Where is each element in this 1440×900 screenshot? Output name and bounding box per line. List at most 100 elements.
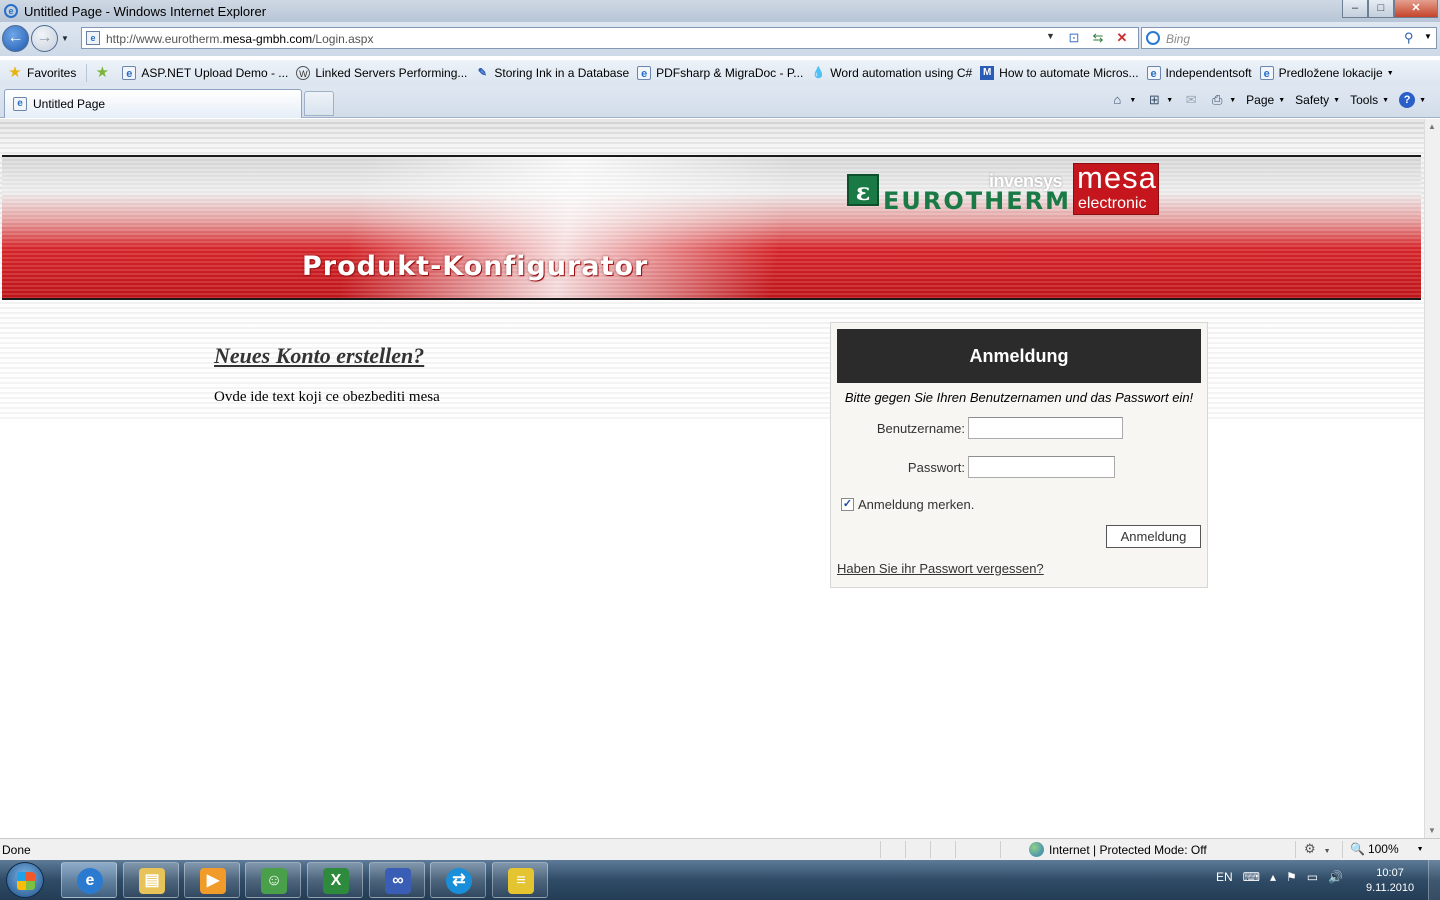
- status-divider: [955, 841, 956, 858]
- teamviewer-icon: ⇄: [446, 868, 472, 894]
- header-banner: ε invensys EUROTHERM mesa electronic Pro…: [2, 155, 1421, 300]
- taskbar-excel[interactable]: X: [307, 862, 363, 898]
- show-desktop-button[interactable]: [1428, 860, 1440, 900]
- tools-menu[interactable]: Tools ▼: [1350, 93, 1389, 107]
- media-player-icon: ▶: [200, 868, 226, 894]
- read-mail-button[interactable]: ✉: [1183, 92, 1199, 108]
- status-bar: Done Internet | Protected Mode: Off ⚙ ▼ 🔍…: [0, 838, 1440, 860]
- mesa-electronic-logo: mesa electronic: [1073, 160, 1159, 215]
- favorite-link-4[interactable]: 💧 Word automation using C#: [811, 66, 972, 80]
- favorite-link-7[interactable]: e Predložene lokacije ▼: [1259, 66, 1394, 80]
- taskbar-database[interactable]: ≡: [492, 862, 548, 898]
- popup-blocker-icon[interactable]: ⚙ ▼: [1304, 841, 1331, 857]
- window-titlebar: e Untitled Page - Windows Internet Explo…: [0, 0, 1440, 22]
- login-button[interactable]: Anmeldung: [1106, 525, 1201, 548]
- security-zone[interactable]: Internet | Protected Mode: Off: [1029, 842, 1207, 857]
- remember-checkbox[interactable]: ✓: [841, 498, 854, 511]
- security-zone-label: Internet | Protected Mode: Off: [1049, 842, 1207, 857]
- search-options-dropdown-icon[interactable]: ▼: [1424, 32, 1432, 41]
- forward-button[interactable]: →: [31, 25, 58, 52]
- keyboard-icon[interactable]: ⌨: [1243, 870, 1260, 884]
- add-to-favorites-bar-button[interactable]: ★: [95, 65, 114, 80]
- system-clock[interactable]: 10:07 9.11.2010: [1366, 866, 1414, 896]
- language-indicator[interactable]: EN: [1216, 870, 1233, 884]
- action-center-flag-icon[interactable]: ⚑: [1286, 870, 1297, 884]
- print-button[interactable]: ⎙ ▼: [1209, 92, 1236, 108]
- scroll-down-icon[interactable]: ▼: [1428, 826, 1436, 835]
- home-button[interactable]: ⌂ ▼: [1109, 92, 1136, 108]
- network-icon[interactable]: ▭: [1307, 870, 1318, 884]
- password-label: Passwort:: [907, 460, 965, 475]
- forgot-password-link[interactable]: Haben Sie ihr Passwort vergessen?: [837, 561, 1044, 576]
- tab-untitled-page[interactable]: e Untitled Page: [4, 89, 302, 118]
- spreadsheet-icon: X: [323, 868, 349, 894]
- ink-icon: ✎: [477, 67, 487, 79]
- favorite-link-label: PDFsharp & MigraDoc - P...: [656, 66, 804, 80]
- safety-menu[interactable]: Safety ▼: [1295, 93, 1340, 107]
- create-account-link[interactable]: Neues Konto erstellen?: [214, 343, 424, 369]
- back-button[interactable]: ←: [2, 25, 29, 52]
- username-field[interactable]: [968, 417, 1123, 439]
- page-menu[interactable]: Page ▼: [1246, 93, 1285, 107]
- ie-logo-icon: e: [4, 4, 18, 18]
- chevron-down-icon: ▼: [1382, 96, 1390, 104]
- compatibility-view-icon[interactable]: ⊡: [1064, 29, 1084, 47]
- favorite-link-5[interactable]: M How to automate Micros...: [980, 66, 1139, 80]
- start-button[interactable]: [6, 862, 44, 898]
- status-divider: [880, 841, 881, 858]
- vertical-scrollbar[interactable]: ▲ ▼: [1424, 119, 1440, 838]
- safety-menu-label: Safety: [1295, 93, 1330, 107]
- taskbar-teamviewer[interactable]: ⇄: [430, 862, 486, 898]
- close-button[interactable]: ✕: [1394, 0, 1438, 18]
- address-url[interactable]: http://www.eurotherm.mesa-gmbh.com/Login…: [106, 32, 373, 46]
- taskbar-visual-studio[interactable]: ∞: [369, 862, 425, 898]
- favorites-button[interactable]: ★ Favorites: [8, 65, 76, 80]
- taskbar-ie[interactable]: e: [61, 862, 117, 898]
- search-box[interactable]: Bing ⚲ ▼: [1141, 27, 1437, 49]
- globe-icon: [1029, 842, 1044, 857]
- command-bar: ⌂ ▼ ⊞ ▼ ✉ ⎙ ▼ Page ▼ Safety ▼ Tools ▼ ? ▼: [1099, 92, 1426, 108]
- password-field[interactable]: [968, 456, 1115, 478]
- stop-icon[interactable]: ✕: [1112, 29, 1132, 47]
- scroll-up-icon[interactable]: ▲: [1428, 122, 1436, 131]
- refresh-icon[interactable]: ⇆: [1088, 29, 1108, 47]
- volume-icon[interactable]: 🔊: [1328, 870, 1343, 884]
- search-placeholder[interactable]: Bing: [1166, 32, 1190, 46]
- wordpress-icon: W: [296, 66, 311, 80]
- minimize-button[interactable]: –: [1342, 0, 1368, 18]
- status-divider: [1342, 841, 1343, 858]
- favorite-link-6[interactable]: e Independentsoft: [1146, 66, 1252, 80]
- banner-texture: [2, 157, 1421, 298]
- feeds-button[interactable]: ⊞ ▼: [1146, 92, 1173, 108]
- taskbar: e ▤ ▶ ☺ X ∞ ⇄ ≡ EN ⌨ ▴ ⚑ ▭ 🔊 10:07 9.11.…: [0, 860, 1440, 900]
- zoom-control[interactable]: 🔍 100% ▼: [1350, 842, 1424, 856]
- page-title: Produkt-Konfigurator: [302, 251, 649, 282]
- maximize-button[interactable]: □: [1368, 0, 1394, 18]
- login-header: Anmeldung: [837, 329, 1201, 383]
- taskbar-explorer[interactable]: ▤: [123, 862, 179, 898]
- username-label: Benutzername:: [876, 421, 965, 436]
- database-icon: ≡: [508, 868, 534, 894]
- taskbar-messenger[interactable]: ☺: [245, 862, 301, 898]
- taskbar-media-player[interactable]: ▶: [184, 862, 240, 898]
- new-tab-button[interactable]: [304, 91, 334, 116]
- address-dropdown-icon[interactable]: ▼: [1046, 31, 1055, 41]
- favorite-link-1[interactable]: W Linked Servers Performing...: [296, 66, 467, 80]
- bing-icon: [1146, 31, 1160, 45]
- favorite-link-2[interactable]: ✎ Storing Ink in a Database: [475, 66, 629, 80]
- status-text: Done: [2, 843, 31, 857]
- favorite-link-3[interactable]: e PDFsharp & MigraDoc - P...: [637, 66, 803, 80]
- remember-me[interactable]: ✓ Anmeldung merken.: [841, 497, 974, 512]
- address-bar[interactable]: e http://www.eurotherm.mesa-gmbh.com/Log…: [81, 27, 1139, 49]
- favorites-bar: ★ Favorites ★ e ASP.NET Upload Demo - ..…: [0, 60, 1440, 86]
- login-panel: Anmeldung Bitte gegen Sie Ihren Benutzer…: [830, 322, 1208, 588]
- windows-logo-icon: [17, 872, 35, 890]
- recent-pages-dropdown-icon[interactable]: ▼: [61, 34, 69, 43]
- help-menu[interactable]: ? ▼: [1399, 92, 1426, 108]
- rss-feed-icon: ⊞: [1148, 92, 1160, 107]
- show-hidden-icons-icon[interactable]: ▴: [1270, 870, 1276, 884]
- zoom-icon: 🔍: [1350, 842, 1365, 856]
- favorite-link-label: ASP.NET Upload Demo - ...: [141, 66, 289, 80]
- search-icon[interactable]: ⚲: [1404, 30, 1414, 46]
- favorite-link-0[interactable]: e ASP.NET Upload Demo - ...: [122, 66, 288, 80]
